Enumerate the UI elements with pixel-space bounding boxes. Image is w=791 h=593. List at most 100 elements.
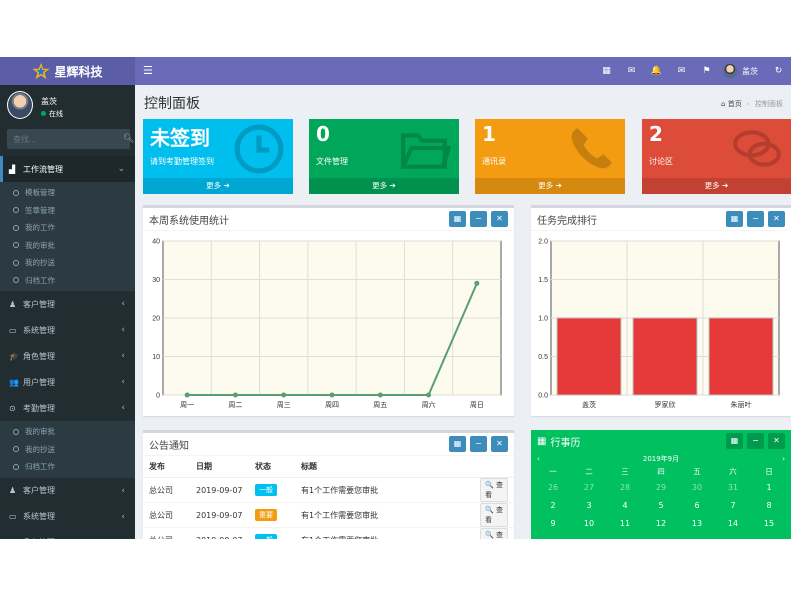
more-link-contacts[interactable]: 更多 ➔	[475, 178, 625, 194]
prev-month-button[interactable]: ‹	[537, 455, 540, 463]
submenu-item[interactable]: 模板管理	[0, 184, 135, 202]
info-box-checkin: 未签到 请到考勤管理签到 更多 ➔	[143, 119, 293, 194]
search-input[interactable]	[13, 134, 123, 144]
chevron-icon: ‹	[121, 403, 125, 413]
sidebar-item[interactable]: 👥 用户管理 ‹	[0, 369, 135, 395]
calendar-day[interactable]: 29	[643, 479, 679, 497]
close-button[interactable]: ✕	[768, 433, 785, 449]
submenu-item[interactable]: 我的抄送	[0, 254, 135, 272]
calendar-day[interactable]: 3	[571, 497, 607, 515]
minimize-button[interactable]: −	[470, 436, 487, 452]
info-box-contacts: 1 通讯录 更多 ➔	[475, 119, 625, 194]
sidebar-item[interactable]: ▭ 系统管理 ‹	[0, 504, 135, 530]
bar	[632, 317, 698, 396]
menu-icon: ⊙	[9, 403, 16, 413]
weekday-label: 二	[585, 467, 593, 476]
calendar-day[interactable]: 13	[679, 515, 715, 533]
chevron-icon: ‹	[121, 351, 125, 361]
bell-icon[interactable]: 🔔	[644, 66, 669, 76]
comments-icon	[733, 130, 781, 167]
calendar-day[interactable]: 26	[535, 479, 571, 497]
submenu-item[interactable]: 我的抄送	[0, 441, 135, 459]
minimize-button[interactable]: −	[470, 211, 487, 227]
submenu-item[interactable]: 签章管理	[0, 202, 135, 220]
calendar-day[interactable]: 9	[535, 515, 571, 533]
calendar-day[interactable]: 30	[679, 479, 715, 497]
user-menu[interactable]: 盖茨	[723, 64, 758, 78]
grid-button[interactable]: ▦	[449, 211, 466, 227]
breadcrumb-current: 控制面板	[755, 100, 783, 108]
minimize-button[interactable]: −	[747, 433, 764, 449]
submenu-item[interactable]: 归档工作	[0, 272, 135, 290]
submenu-item[interactable]: 归档工作	[0, 458, 135, 476]
refresh-icon[interactable]: ↻	[766, 66, 791, 76]
user-name: 盖茨	[742, 66, 758, 76]
col-header: 发布	[143, 456, 190, 478]
user-avatar	[723, 64, 737, 78]
calendar-day[interactable]: 11	[607, 515, 643, 533]
calendar-day[interactable]: 4	[607, 497, 643, 515]
calendar-day[interactable]: 31	[715, 479, 751, 497]
sidebar-item-label: 客户管理	[23, 486, 55, 495]
sidebar-item[interactable]: ⊙ 考勤管理 ‹	[0, 395, 135, 421]
menu-icon: 🎓	[9, 351, 19, 361]
close-button[interactable]: ✕	[768, 211, 785, 227]
submenu-item[interactable]: 我的工作	[0, 219, 135, 237]
y-tick-label: 10	[152, 354, 160, 361]
close-button[interactable]: ✕	[491, 436, 508, 452]
calendar-day[interactable]: 15	[751, 515, 787, 533]
view-button[interactable]: 🔍 查看	[480, 478, 508, 502]
envelope-icon[interactable]: ✉	[669, 66, 694, 76]
sidebar-item[interactable]: 🎓角色管理‹	[0, 343, 135, 369]
grid-button[interactable]: ▦	[449, 436, 466, 452]
calendar-day[interactable]: 1	[751, 479, 787, 497]
calendar-day[interactable]: 5	[643, 497, 679, 515]
calendar-day[interactable]: 12	[643, 515, 679, 533]
next-month-button[interactable]: ›	[782, 455, 785, 463]
calendar-day[interactable]: 14	[715, 515, 751, 533]
calendar-day[interactable]: 28	[607, 479, 643, 497]
qrcode-icon[interactable]: ▦	[594, 66, 619, 76]
brand-logo[interactable]: 星辉科技	[0, 57, 135, 85]
col-header-action	[474, 456, 514, 478]
close-button[interactable]: ✕	[491, 211, 508, 227]
calendar-day[interactable]: 2	[535, 497, 571, 515]
sidebar-avatar	[7, 91, 33, 119]
more-link-checkin[interactable]: 更多 ➔	[143, 178, 293, 194]
more-link-forum[interactable]: 更多 ➔	[642, 178, 791, 194]
sidebar-item[interactable]: ♟ 客户管理 ‹	[0, 478, 135, 504]
col-header: 日期	[190, 456, 249, 478]
notice-box: 公告通知 ▦ − ✕ 发布 日期 状态 标题 总公司 2019-09-07 一般 有1…	[143, 430, 514, 539]
weekday-label: 三	[621, 467, 629, 476]
grid-button[interactable]: ▦	[726, 211, 743, 227]
sidebar-toggle-icon[interactable]: ☰	[143, 64, 153, 77]
view-button[interactable]: 🔍 查看	[480, 503, 508, 527]
comment-icon[interactable]: ✉	[619, 66, 644, 76]
sidebar-item[interactable]: 🎓角色管理‹	[0, 530, 135, 540]
sidebar-item[interactable]: ♟ 客户管理 ‹	[0, 291, 135, 317]
search-icon[interactable]: 🔍︎	[123, 134, 134, 144]
view-button[interactable]: 🔍 查看	[480, 528, 508, 539]
sidebar-item-label: 系统管理	[23, 512, 55, 521]
x-tick-label: 朱丽叶	[731, 400, 752, 409]
grid-button[interactable]: ▦	[726, 433, 743, 449]
home-icon[interactable]: ⌂	[721, 100, 725, 108]
minimize-button[interactable]: −	[747, 211, 764, 227]
sidebar-item-label: 系统管理	[23, 325, 55, 335]
calendar-day[interactable]: 10	[571, 515, 607, 533]
submenu-item[interactable]: 我的审批	[0, 237, 135, 255]
sidebar-item-label: 工作流管理	[23, 164, 63, 174]
submenu-item[interactable]: 我的审批	[0, 423, 135, 441]
calendar-day[interactable]: 8	[751, 497, 787, 515]
sidebar-item[interactable]: ▟ 工作流管理 ⌄	[0, 156, 135, 182]
y-tick-label: 1.0	[538, 316, 548, 323]
flag-icon[interactable]: ⚑	[694, 66, 719, 76]
x-tick-label: 周二	[228, 401, 242, 409]
more-link-files[interactable]: 更多 ➔	[309, 178, 459, 194]
calendar-day[interactable]: 27	[571, 479, 607, 497]
status-badge: 重要	[255, 509, 277, 521]
calendar-day[interactable]: 6	[679, 497, 715, 515]
sidebar-item[interactable]: ▭ 系统管理 ‹	[0, 317, 135, 343]
breadcrumb-home[interactable]: 首页	[728, 100, 742, 108]
calendar-day[interactable]: 7	[715, 497, 751, 515]
